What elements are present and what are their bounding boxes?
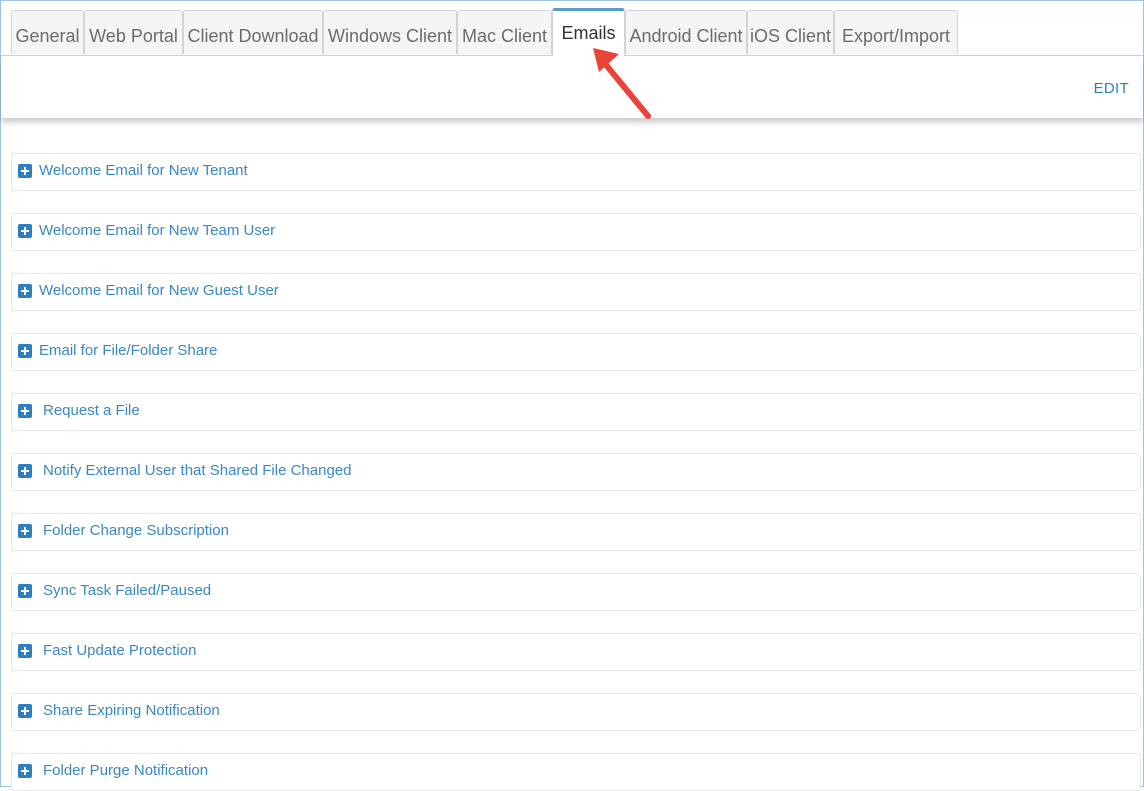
plus-square-icon[interactable] — [18, 764, 32, 778]
list-item-label: Welcome Email for New Guest User — [39, 282, 279, 299]
list-item-label: Email for File/Folder Share — [39, 342, 218, 359]
list-item-label: Sync Task Failed/Paused — [43, 582, 212, 599]
toolbar: EDIT — [1, 56, 1143, 118]
tab-client-download[interactable]: Client Download — [183, 10, 323, 54]
tab-web-portal[interactable]: Web Portal — [84, 10, 183, 54]
list-item[interactable]: Notify External User that Shared File Ch… — [11, 453, 1141, 491]
tab-mac-client[interactable]: Mac Client — [457, 10, 552, 54]
arrow-shaft — [599, 57, 651, 119]
plus-square-icon[interactable] — [18, 224, 32, 238]
list-item[interactable]: Welcome Email for New Guest User — [11, 273, 1141, 311]
list-item[interactable]: Sync Task Failed/Paused — [11, 573, 1141, 611]
plus-square-icon[interactable] — [18, 344, 32, 358]
list-item-label: Fast Update Protection — [43, 642, 197, 659]
settings-panel: General Web Portal Client Download Windo… — [0, 0, 1144, 791]
edit-link[interactable]: EDIT — [1094, 80, 1129, 97]
list-item-label: Share Expiring Notification — [43, 702, 220, 719]
plus-square-icon[interactable] — [18, 284, 32, 298]
list-item[interactable]: Welcome Email for New Team User — [11, 213, 1141, 251]
tab-bar: General Web Portal Client Download Windo… — [11, 8, 1143, 56]
tab-general[interactable]: General — [11, 10, 84, 54]
list-item[interactable]: Email for File/Folder Share — [11, 333, 1141, 371]
list-item-label: Welcome Email for New Tenant — [39, 162, 248, 179]
list-item-label: Welcome Email for New Team User — [39, 222, 276, 239]
red-arrow-annotation — [593, 48, 651, 119]
list-item-label: Folder Purge Notification — [43, 762, 209, 779]
plus-square-icon[interactable] — [18, 464, 32, 478]
list-item-label: Request a File — [43, 402, 140, 419]
plus-square-icon[interactable] — [18, 644, 32, 658]
plus-square-icon[interactable] — [18, 584, 32, 598]
tab-ios-client[interactable]: iOS Client — [747, 10, 834, 54]
tab-windows-client[interactable]: Windows Client — [323, 10, 457, 54]
plus-square-icon[interactable] — [18, 704, 32, 718]
list-item[interactable]: Welcome Email for New Tenant — [11, 153, 1141, 191]
list-item[interactable]: Fast Update Protection — [11, 633, 1141, 671]
plus-square-icon[interactable] — [18, 524, 32, 538]
list-item[interactable]: Request a File — [11, 393, 1141, 431]
plus-square-icon[interactable] — [18, 164, 32, 178]
list-item[interactable]: Folder Purge Notification — [11, 753, 1141, 791]
tab-export-import[interactable]: Export/Import — [834, 10, 958, 54]
plus-square-icon[interactable] — [18, 404, 32, 418]
list-item[interactable]: Share Expiring Notification — [11, 693, 1141, 731]
list-item-label: Folder Change Subscription — [43, 522, 229, 539]
list-item-label: Notify External User that Shared File Ch… — [43, 462, 352, 479]
list-item[interactable]: Folder Change Subscription — [11, 513, 1141, 551]
